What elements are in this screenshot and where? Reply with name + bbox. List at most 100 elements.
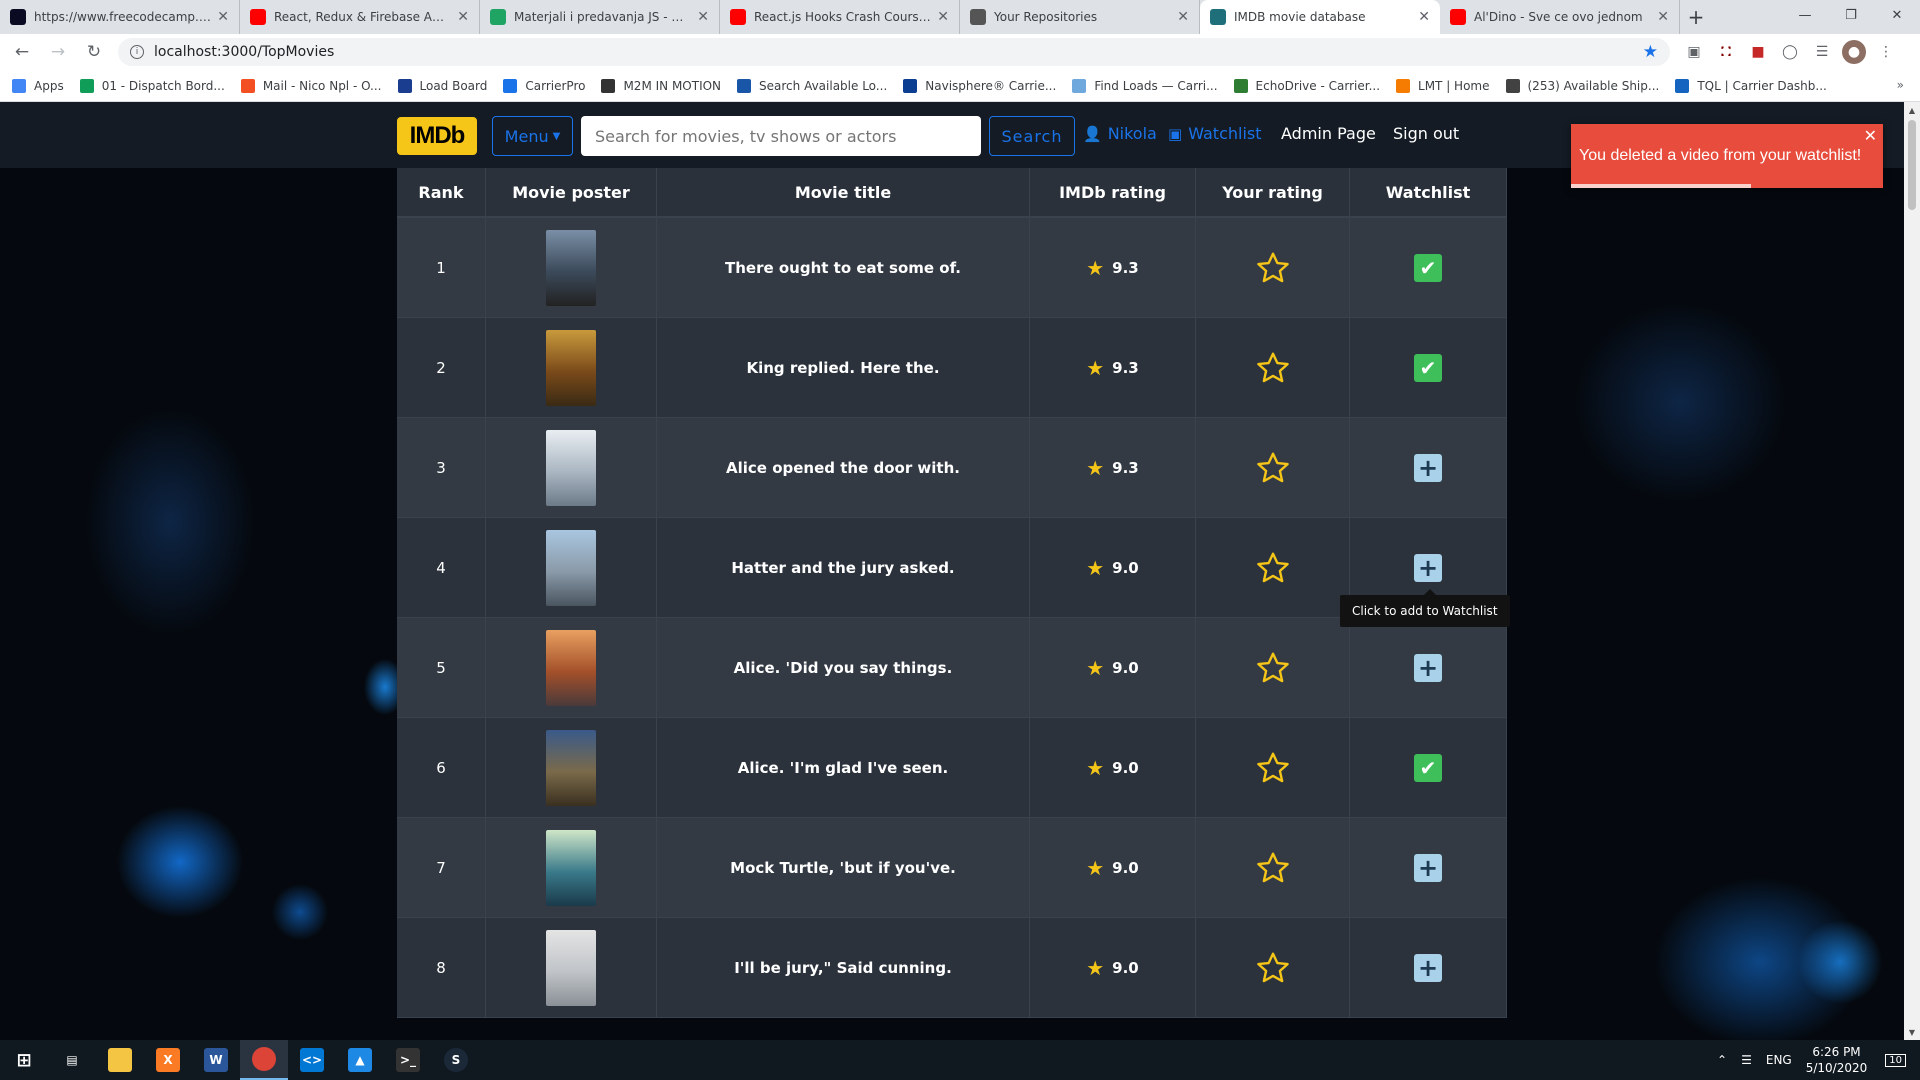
screenshot-extension-icon[interactable]: ▣ [1682,40,1706,64]
movie-poster[interactable] [546,529,596,606]
browser-tab[interactable]: Al'Dino - Sve ce ovo jednom ✕ [1440,0,1680,34]
tab-close-icon[interactable]: ✕ [1657,9,1669,25]
your-rating-cell[interactable] [1196,918,1350,1017]
your-rating-cell[interactable] [1196,718,1350,817]
browser-tab[interactable]: Your Repositories ✕ [960,0,1200,34]
tray-chevron-icon[interactable]: ⌃ [1717,1053,1727,1067]
watchlist-link[interactable]: ▣ Watchlist [1168,124,1262,143]
watchlist-check-icon[interactable]: ✔ [1414,353,1442,382]
your-rating-cell[interactable] [1196,318,1350,417]
imdb-logo[interactable]: IMDb [397,117,477,155]
browser-tab[interactable]: React.js Hooks Crash Course - Yo ✕ [720,0,960,34]
bookmarks-overflow-icon[interactable]: » [1897,78,1904,92]
bookmark-item[interactable]: Navisphere® Carrie... [903,78,1056,93]
vscode-button[interactable]: <> [288,1040,336,1080]
clock[interactable]: 6:26 PM 5/10/2020 [1806,1044,1868,1076]
movie-title[interactable]: There ought to eat some of. [725,259,961,277]
tab-close-icon[interactable]: ✕ [217,9,229,25]
tab-close-icon[interactable]: ✕ [1418,9,1430,25]
admin-page-link[interactable]: Admin Page [1281,124,1376,143]
bookmark-item[interactable]: LMT | Home [1396,78,1490,93]
movie-title[interactable]: Alice. 'Did you say things. [734,659,953,677]
watchlist-add-icon[interactable]: + [1414,653,1442,682]
movie-title[interactable]: I'll be jury," Said cunning. [734,959,952,977]
user-link[interactable]: 👤 Nikola [1083,124,1157,143]
bookmark-item[interactable]: M2M IN MOTION [601,78,721,93]
movie-title[interactable]: Hatter and the jury asked. [731,559,954,577]
bookmark-item[interactable]: EchoDrive - Carrier... [1233,78,1380,93]
your-rating-cell[interactable] [1196,418,1350,517]
movie-poster[interactable] [546,629,596,706]
movie-poster[interactable] [546,929,596,1006]
close-window-button[interactable]: ✕ [1874,0,1920,30]
menu-button[interactable]: Menu ▼ [492,116,573,156]
movie-poster[interactable] [546,829,596,906]
minimize-button[interactable]: — [1782,0,1828,30]
bookmark-item[interactable]: Search Available Lo... [737,78,887,93]
watchlist-add-icon[interactable]: + [1414,453,1442,482]
bookmark-item[interactable]: TQL | Carrier Dashb... [1675,78,1827,93]
profile-avatar[interactable]: ● [1842,40,1866,64]
scroll-thumb[interactable] [1908,120,1916,210]
word-button[interactable]: W [192,1040,240,1080]
movie-title[interactable]: King replied. Here the. [746,359,939,377]
tab-close-icon[interactable]: ✕ [457,9,469,25]
watchlist-add-icon[interactable]: + [1414,853,1442,882]
language-indicator[interactable]: ENG [1766,1053,1792,1067]
bookmark-star-icon[interactable]: ★ [1643,42,1658,62]
forward-button[interactable]: → [44,38,72,66]
terminal-button[interactable]: >_ [384,1040,432,1080]
your-rating-cell[interactable] [1196,518,1350,617]
scroll-down-icon[interactable]: ▼ [1904,1024,1920,1040]
new-tab-button[interactable]: + [1680,0,1712,34]
movie-poster[interactable] [546,729,596,806]
chrome-button[interactable] [240,1040,288,1080]
photos-button[interactable]: ▲ [336,1040,384,1080]
tab-close-icon[interactable]: ✕ [1177,9,1189,25]
bookmark-item[interactable]: Find Loads — Carri... [1072,78,1218,93]
search-input[interactable] [581,116,981,156]
bookmark-item[interactable]: (253) Available Ship... [1505,78,1659,93]
bookmark-item[interactable]: 01 - Dispatch Bord... [79,78,225,93]
start-button[interactable]: ⊞ [0,1040,48,1080]
page-scrollbar[interactable]: ▲ ▼ [1904,102,1920,1040]
xampp-button[interactable]: X [144,1040,192,1080]
bookmark-item[interactable]: Mail - Nico Npl - O... [240,78,382,93]
notification-center-icon[interactable]: 10 [1885,1053,1906,1067]
your-rating-cell[interactable] [1196,218,1350,317]
watchlist-check-icon[interactable]: ✔ [1414,253,1442,282]
toast-close-icon[interactable]: ✕ [1864,126,1877,146]
your-rating-cell[interactable] [1196,818,1350,917]
watchlist-add-icon[interactable]: + [1414,553,1442,582]
your-rating-cell[interactable] [1196,618,1350,717]
site-info-icon[interactable]: i [130,45,144,59]
movie-title[interactable]: Alice. 'I'm glad I've seen. [738,759,948,777]
bookmark-item[interactable]: Apps [12,78,64,93]
chrome-menu-icon[interactable]: ⋮ [1874,40,1898,64]
tab-close-icon[interactable]: ✕ [937,9,949,25]
browser-tab[interactable]: IMDB movie database ✕ [1200,0,1440,34]
reload-button[interactable]: ↻ [80,38,108,66]
circle-extension-icon[interactable]: ◯ [1778,40,1802,64]
movie-title[interactable]: Alice opened the door with. [726,459,960,477]
sign-out-link[interactable]: Sign out [1393,124,1459,143]
ublock-extension-icon[interactable]: ⛚ [1714,40,1738,64]
browser-tab[interactable]: Materjali i predavanja JS - Googl ✕ [480,0,720,34]
maximize-button[interactable]: ❐ [1828,0,1874,30]
movie-poster[interactable] [546,229,596,306]
browser-tab[interactable]: https://www.freecodecamp.org/l ✕ [0,0,240,34]
browser-tab[interactable]: React, Redux & Firebase App Tut ✕ [240,0,480,34]
media-control-icon[interactable]: ☰ [1810,40,1834,64]
bookmark-item[interactable]: Load Board [397,78,487,93]
back-button[interactable]: ← [8,38,36,66]
movie-poster[interactable] [546,429,596,506]
movie-poster[interactable] [546,329,596,406]
task-view-button[interactable]: ▤ [48,1040,96,1080]
network-icon[interactable]: ☰ [1741,1053,1752,1067]
steam-button[interactable]: S [432,1040,480,1080]
file-explorer-button[interactable] [96,1040,144,1080]
red-extension-icon[interactable]: ■ [1746,40,1770,64]
search-button[interactable]: Search [989,116,1075,156]
address-bar[interactable]: i localhost:3000/TopMovies ★ [118,38,1670,66]
bookmark-item[interactable]: CarrierPro [503,78,585,93]
